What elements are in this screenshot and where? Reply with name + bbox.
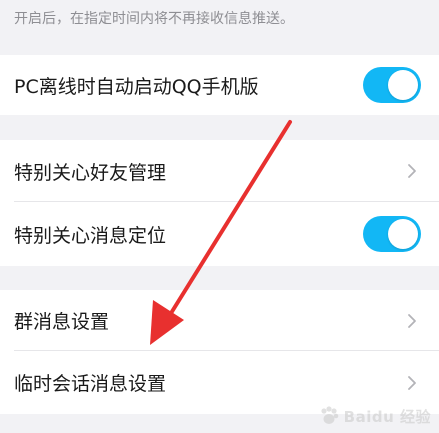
chevron-right-icon bbox=[408, 313, 416, 328]
setting-row-special-care-friends[interactable]: 特别关心好友管理 bbox=[0, 140, 439, 202]
setting-row-special-care-locate[interactable]: 特别关心消息定位 bbox=[0, 202, 439, 266]
setting-label: 特别关心消息定位 bbox=[14, 224, 167, 247]
watermark-text: Baidu 经验 bbox=[343, 407, 431, 426]
setting-row-group-messages[interactable]: 群消息设置 bbox=[0, 290, 439, 351]
chevron-right-icon bbox=[408, 164, 416, 178]
toggle-knob bbox=[388, 219, 418, 249]
hint-text: 开启后，在指定时间内将不再接收信息推送。 bbox=[14, 11, 294, 27]
setting-label: 特别关心好友管理 bbox=[14, 161, 167, 184]
setting-label: PC离线时自动启动QQ手机版 bbox=[14, 75, 259, 98]
special-care-locate-toggle[interactable] bbox=[363, 216, 421, 252]
setting-label: 群消息设置 bbox=[14, 311, 110, 333]
chevron-right-icon bbox=[408, 375, 416, 390]
baidu-watermark: Baidu 经验 bbox=[318, 405, 431, 427]
toggle-knob bbox=[388, 70, 418, 100]
paw-icon bbox=[321, 406, 338, 424]
setting-label: 临时会话消息设置 bbox=[14, 373, 167, 395]
pc-offline-autostart-toggle[interactable] bbox=[363, 67, 421, 103]
setting-row-pc-offline-autostart[interactable]: PC离线时自动启动QQ手机版 bbox=[0, 55, 439, 115]
